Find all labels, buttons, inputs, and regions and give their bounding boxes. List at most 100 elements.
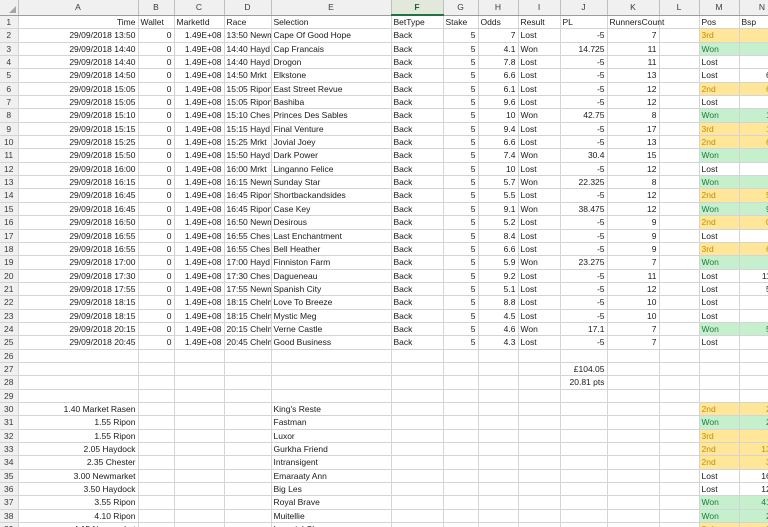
cell-D23[interactable]: 18:15 Chelm — [224, 309, 272, 323]
cell-C30[interactable] — [174, 402, 225, 417]
cell-H25[interactable]: 4.3 — [478, 335, 519, 350]
cell-I37[interactable] — [518, 495, 561, 510]
cell-G13[interactable]: 5 — [443, 175, 479, 190]
cell-F31[interactable] — [391, 415, 444, 430]
cell-A17[interactable]: 29/09/2018 16:55 — [18, 229, 139, 243]
row-number-23[interactable]: 23 — [0, 309, 19, 323]
cell-E12[interactable]: Linganno Felice — [271, 162, 392, 177]
cell-G35[interactable] — [443, 469, 479, 484]
cell-E8[interactable]: Princes Des Sables — [271, 108, 392, 123]
cell-M13[interactable]: Won — [699, 175, 740, 190]
cell-N26[interactable] — [739, 349, 768, 363]
cell-G27[interactable] — [443, 362, 479, 377]
cell-J19[interactable]: 23.275 — [560, 255, 608, 270]
cell-K8[interactable]: 8 — [607, 108, 660, 123]
cell-M5[interactable]: Lost — [699, 68, 740, 83]
cell-M15[interactable]: Won — [699, 202, 740, 217]
cell-F12[interactable]: Back — [391, 162, 444, 177]
row-number-13[interactable]: 13 — [0, 175, 19, 190]
cell-E3[interactable]: Cap Francais — [271, 42, 392, 57]
cell-F3[interactable]: Back — [391, 42, 444, 57]
cell-K38[interactable] — [607, 509, 660, 524]
cell-I11[interactable]: Won — [518, 148, 561, 163]
cell-E38[interactable]: Muitellie — [271, 509, 392, 524]
row-number-36[interactable]: 36 — [0, 482, 19, 497]
cell-F21[interactable]: Back — [391, 282, 444, 297]
cell-D1[interactable]: Race — [224, 15, 272, 30]
cell-N9[interactable]: 10.9 — [739, 122, 768, 137]
cell-G36[interactable] — [443, 482, 479, 497]
cell-G21[interactable]: 5 — [443, 282, 479, 297]
cell-E34[interactable]: Intransigent — [271, 455, 392, 470]
cell-I20[interactable]: Lost — [518, 269, 561, 283]
cell-A39[interactable]: 4.15 Newmarket — [18, 522, 139, 527]
cell-A31[interactable]: 1.55 Ripon — [18, 415, 139, 430]
cell-N4[interactable]: 7.6 — [739, 55, 768, 70]
cell-D32[interactable] — [224, 429, 272, 444]
cell-K16[interactable]: 9 — [607, 215, 660, 230]
cell-F8[interactable]: Back — [391, 108, 444, 123]
cell-C2[interactable]: 1.49E+08 — [174, 28, 225, 43]
cell-M19[interactable]: Won — [699, 255, 740, 270]
cell-L11[interactable] — [659, 148, 700, 163]
cell-J23[interactable]: -5 — [560, 309, 608, 323]
cell-M2[interactable]: 3rd — [699, 28, 740, 43]
table-row[interactable]: 10 29/09/2018 15:25 0 1.49E+08 15:25 Mrkt Jov… — [0, 135, 768, 150]
cell-N20[interactable]: 11.32 — [739, 269, 768, 283]
cell-D35[interactable] — [224, 469, 272, 484]
cell-K13[interactable]: 8 — [607, 175, 660, 190]
cell-E39[interactable]: Imperial Charm — [271, 522, 392, 527]
column-header-L[interactable]: L — [659, 0, 700, 16]
cell-I22[interactable]: Lost — [518, 295, 561, 310]
cell-N25[interactable]: 4.9 — [739, 335, 768, 350]
cell-J5[interactable]: -5 — [560, 68, 608, 83]
cell-L26[interactable] — [659, 349, 700, 363]
cell-B2[interactable]: 0 — [138, 28, 175, 43]
cell-C26[interactable] — [174, 349, 225, 363]
cell-J12[interactable]: -5 — [560, 162, 608, 177]
cell-D36[interactable] — [224, 482, 272, 497]
cell-F20[interactable]: Back — [391, 269, 444, 283]
cell-B38[interactable] — [138, 509, 175, 524]
cell-J34[interactable] — [560, 455, 608, 470]
cell-L5[interactable] — [659, 68, 700, 83]
row-number-4[interactable]: 4 — [0, 55, 19, 70]
cell-N13[interactable]: 4.8 — [739, 175, 768, 190]
cell-A11[interactable]: 29/09/2018 15:50 — [18, 148, 139, 163]
cell-G17[interactable]: 5 — [443, 229, 479, 243]
cell-C6[interactable]: 1.49E+08 — [174, 82, 225, 97]
cell-F36[interactable] — [391, 482, 444, 497]
cell-J26[interactable] — [560, 349, 608, 363]
cell-K5[interactable]: 13 — [607, 68, 660, 83]
cell-B8[interactable]: 0 — [138, 108, 175, 123]
cell-F23[interactable]: Back — [391, 309, 444, 323]
cell-C33[interactable] — [174, 442, 225, 457]
cell-H9[interactable]: 9.4 — [478, 122, 519, 137]
cell-K4[interactable]: 11 — [607, 55, 660, 70]
cell-J17[interactable]: -5 — [560, 229, 608, 243]
cell-L25[interactable] — [659, 335, 700, 350]
cell-A8[interactable]: 29/09/2018 15:10 — [18, 108, 139, 123]
cell-B10[interactable]: 0 — [138, 135, 175, 150]
cell-N36[interactable]: 12.56 — [739, 482, 768, 497]
row-number-33[interactable]: 33 — [0, 442, 19, 457]
cell-B16[interactable]: 0 — [138, 215, 175, 230]
cell-J9[interactable]: -5 — [560, 122, 608, 137]
column-header-A[interactable]: A — [18, 0, 139, 16]
cell-G25[interactable]: 5 — [443, 335, 479, 350]
cell-B23[interactable]: 0 — [138, 309, 175, 323]
cell-N17[interactable]: 9.9 — [739, 229, 768, 243]
cell-J33[interactable] — [560, 442, 608, 457]
cell-E30[interactable]: King's Reste — [271, 402, 392, 417]
cell-N39[interactable]: 2.78 — [739, 522, 768, 527]
cell-E37[interactable]: Royal Brave — [271, 495, 392, 510]
cell-H23[interactable]: 4.5 — [478, 309, 519, 323]
cell-F14[interactable]: Back — [391, 188, 444, 203]
cell-H10[interactable]: 6.6 — [478, 135, 519, 150]
cell-N34[interactable]: 3.18 — [739, 455, 768, 470]
cell-K31[interactable] — [607, 415, 660, 430]
cell-G33[interactable] — [443, 442, 479, 457]
cell-H4[interactable]: 7.8 — [478, 55, 519, 70]
cell-C20[interactable]: 1.49E+08 — [174, 269, 225, 283]
cell-A37[interactable]: 3.55 Ripon — [18, 495, 139, 510]
